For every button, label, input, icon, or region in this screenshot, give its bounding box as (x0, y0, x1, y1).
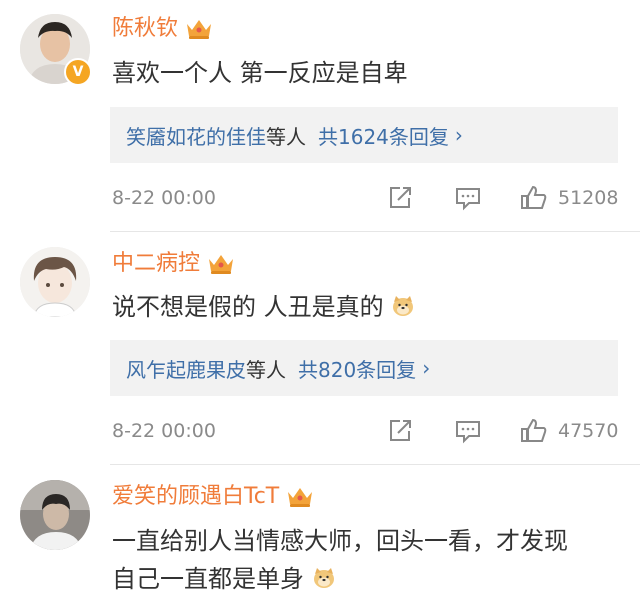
like-count: 47570 (558, 420, 619, 442)
comment-text-line: 一直给别人当情感大师，回头一看，才发现 (112, 527, 568, 555)
comment-footer: 8-22 00:00 51208 (112, 180, 620, 216)
comment-icon[interactable] (454, 417, 482, 445)
chevron-right-icon: › (422, 356, 431, 380)
comment-footer: 8-22 00:00 47570 (112, 413, 620, 449)
divider (110, 464, 640, 465)
crown-icon (209, 255, 234, 274)
replies-link[interactable]: 风乍起鹿果皮 等人 共820条回复 › (110, 340, 618, 396)
share-icon[interactable] (386, 417, 414, 445)
share-icon[interactable] (386, 184, 414, 212)
username[interactable]: 中二病控 (112, 249, 200, 279)
comment-item: V 陈秋钦 喜欢一个人 第一反应是自卑 笑靥如花的佳佳 等人 共1624条回复 … (0, 0, 640, 232)
verified-badge: V (64, 58, 92, 86)
comment-item: 中二病控 说不想是假的 人丑是真的 风乍起鹿果皮 等人 共820条回复 › 8-… (0, 233, 640, 465)
comment-text: 一直给别人当情感大师，回头一看，才发现 自己一直都是单身 (112, 522, 568, 598)
avatar[interactable] (20, 480, 90, 550)
comment-item: 爱笑的顾遇白TcT 一直给别人当情感大师，回头一看，才发现 自己一直都是单身 (0, 466, 640, 601)
timestamp: 8-22 00:00 (112, 187, 216, 209)
replies-link[interactable]: 笑靥如花的佳佳 等人 共1624条回复 › (110, 107, 618, 163)
username[interactable]: 爱笑的顾遇白TcT (112, 482, 279, 512)
chevron-right-icon: › (454, 123, 463, 147)
like-icon[interactable] (520, 184, 548, 212)
crown-icon (288, 488, 313, 507)
divider (110, 231, 640, 232)
comment-text-line: 自己一直都是单身 (112, 560, 568, 598)
reply-connector: 等人 (246, 357, 286, 382)
reply-connector: 等人 (266, 124, 306, 149)
doge-emoji (313, 568, 334, 588)
like-count: 51208 (558, 187, 619, 209)
comment-icon[interactable] (454, 184, 482, 212)
comment-text: 说不想是假的 人丑是真的 (112, 288, 415, 326)
timestamp: 8-22 00:00 (112, 420, 216, 442)
username[interactable]: 陈秋钦 (112, 14, 178, 44)
reply-names[interactable]: 笑靥如花的佳佳 (126, 121, 266, 150)
like-icon[interactable] (520, 417, 548, 445)
comment-text-content: 自己一直都是单身 (112, 565, 304, 593)
comment-text-content: 说不想是假的 人丑是真的 (112, 293, 384, 321)
avatar[interactable] (20, 247, 90, 317)
reply-names[interactable]: 风乍起鹿果皮 (126, 354, 246, 383)
reply-count[interactable]: 共820条回复 (298, 354, 416, 383)
crown-icon (187, 20, 212, 39)
doge-emoji (393, 296, 414, 316)
reply-count[interactable]: 共1624条回复 (318, 121, 449, 150)
comment-text: 喜欢一个人 第一反应是自卑 (112, 59, 408, 87)
